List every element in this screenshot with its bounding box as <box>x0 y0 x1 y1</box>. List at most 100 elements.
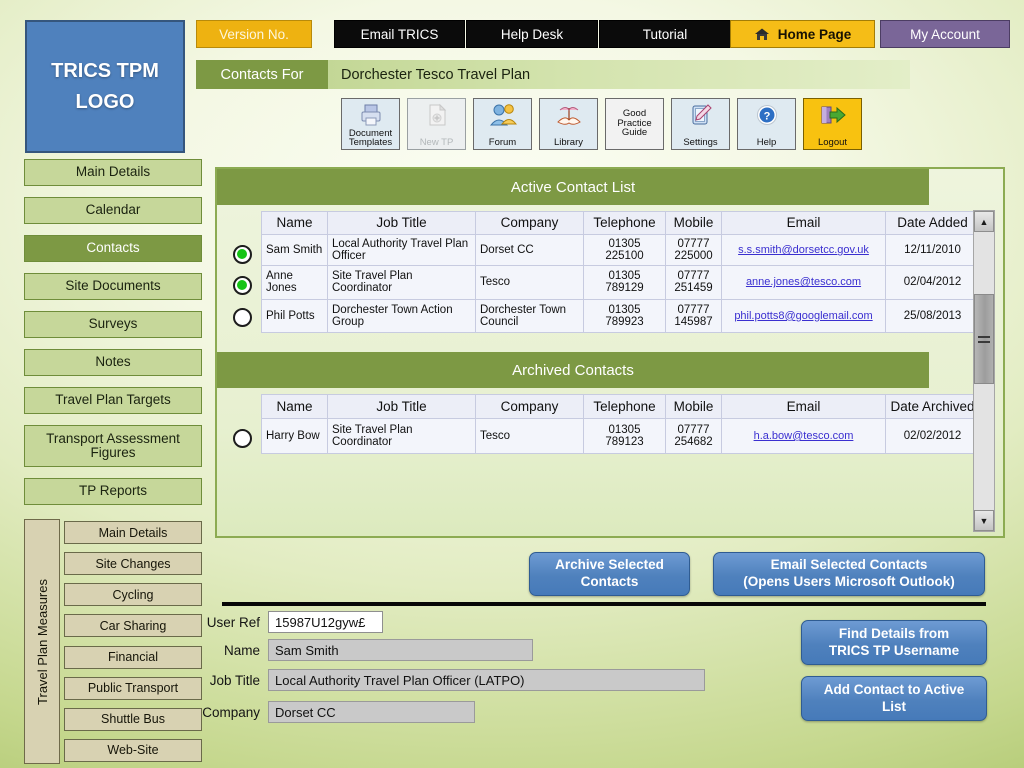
name-input[interactable]: Sam Smith <box>268 639 533 661</box>
toolbar-new-tp: New TP <box>407 98 466 150</box>
scrollbar-track[interactable] <box>974 232 994 510</box>
home-icon <box>754 27 771 41</box>
col-name: Name <box>261 393 328 420</box>
user-ref-input[interactable]: 15987U12gyw£ <box>268 611 383 633</box>
nav-help-desk[interactable]: Help Desk <box>466 20 598 48</box>
sidebar-item-site-documents[interactable]: Site Documents <box>24 273 202 300</box>
measure-item-site-changes[interactable]: Site Changes <box>64 552 202 576</box>
col-email: Email <box>721 211 886 235</box>
sidebar-item-notes[interactable]: Notes <box>24 349 202 376</box>
row-select-radio[interactable] <box>232 244 252 264</box>
cell-email: anne.jones@tesco.com <box>721 265 886 300</box>
job-title-input[interactable]: Local Authority Travel Plan Officer (LAT… <box>268 669 705 691</box>
sidebar-item-travel-plan-targets[interactable]: Travel Plan Targets <box>24 387 202 414</box>
sidebar-item-surveys[interactable]: Surveys <box>24 311 202 338</box>
col-date-archived: Date Archived <box>885 393 980 420</box>
active-contact-list-table: Name Job Title Company Telephone Mobile … <box>261 211 980 334</box>
cell-telephone: 01305 789923 <box>583 298 666 334</box>
company-input[interactable]: Dorset CC <box>268 701 475 723</box>
sidebar-navigation: Main Details Calendar Contacts Site Docu… <box>24 159 202 516</box>
row-select-radio[interactable] <box>232 428 252 448</box>
scroll-down-arrow-icon[interactable]: ▼ <box>974 510 994 531</box>
archive-selected-contacts-button[interactable]: Archive Selected Contacts <box>529 552 690 596</box>
toolbar-label: Settings <box>683 137 718 149</box>
contacts-scrollbar[interactable]: ▲ ▼ <box>973 210 995 532</box>
context-label: Contacts For <box>196 60 328 89</box>
logo-line-2: LOGO <box>75 90 135 113</box>
toolbar-help[interactable]: ? Help <box>737 98 796 150</box>
row-select-radio[interactable] <box>232 275 252 295</box>
cell-mobile: 07777 145987 <box>665 298 722 334</box>
archive-button-line-2: Contacts <box>580 574 639 589</box>
email-link[interactable]: s.s.smith@dorsetcc.gov.uk <box>738 244 869 256</box>
toolbar-label: Forum <box>488 137 517 149</box>
nav-version-no[interactable]: Version No. <box>196 20 312 48</box>
nav-tutorial[interactable]: Tutorial <box>599 20 731 48</box>
cell-job-title: Local Authority Travel Plan Officer <box>327 233 476 267</box>
cell-company: Tesco <box>475 418 584 454</box>
cell-name: Phil Potts <box>261 298 328 334</box>
email-selected-contacts-button[interactable]: Email Selected Contacts (Opens Users Mic… <box>713 552 985 596</box>
sidebar-item-transport-assessment-figures[interactable]: Transport Assessment Figures <box>24 425 202 467</box>
row-select-radio[interactable] <box>232 307 252 327</box>
measures-group-label: Travel Plan Measures <box>24 519 60 764</box>
nav-home-page[interactable]: Home Page <box>730 20 875 48</box>
measure-item-main-details[interactable]: Main Details <box>64 521 202 544</box>
email-link[interactable]: h.a.bow@tesco.com <box>754 430 854 442</box>
add-button-line-2: List <box>881 698 906 714</box>
table-row: Phil Potts Dorchester Town Action Group … <box>261 298 980 334</box>
job-title-row: Job Title Local Authority Travel Plan Of… <box>180 669 705 691</box>
find-details-from-trics-tp-username-button[interactable]: Find Details from TRICS TP Username <box>801 620 987 665</box>
col-job-title: Job Title <box>327 211 476 235</box>
col-name: Name <box>261 211 328 235</box>
question-mark-icon: ? <box>738 102 795 128</box>
sidebar-item-main-details[interactable]: Main Details <box>24 159 202 186</box>
toolbar-good-practice-guide[interactable]: Good Practice Guide <box>605 98 664 150</box>
travel-plan-measures-group: Travel Plan Measures Main Details Site C… <box>24 519 202 764</box>
active-list-radio-column <box>223 211 261 333</box>
email-link[interactable]: anne.jones@tesco.com <box>746 276 861 288</box>
toolbar-label: Library <box>553 137 584 149</box>
sidebar-item-tp-reports[interactable]: TP Reports <box>24 478 202 505</box>
user-ref-row: User Ref 15987U12gyw£ <box>180 611 383 633</box>
email-link[interactable]: phil.potts8@googlemail.com <box>734 310 872 322</box>
toolbar-logout[interactable]: Logout <box>803 98 862 150</box>
active-contact-list-table-wrap: Name Job Title Company Telephone Mobile … <box>217 211 1003 334</box>
cell-mobile: 07777 251459 <box>665 265 722 300</box>
cell-company: Tesco <box>475 265 584 300</box>
scrollbar-thumb[interactable] <box>974 294 994 384</box>
col-job-title: Job Title <box>327 393 476 420</box>
toolbar-library[interactable]: Library <box>539 98 598 150</box>
toolbar-document-templates[interactable]: Document Templates <box>341 98 400 150</box>
svg-text:?: ? <box>763 111 770 123</box>
cell-date: 02/02/2012 <box>885 418 980 454</box>
nav-my-account[interactable]: My Account <box>880 20 1010 48</box>
toolbar-label: New TP <box>419 137 454 149</box>
user-ref-label: User Ref <box>206 614 260 630</box>
name-row: Name Sam Smith <box>180 639 533 661</box>
sidebar-item-contacts[interactable]: Contacts <box>24 235 202 262</box>
cell-name: Sam Smith <box>261 233 328 267</box>
nav-email-trics[interactable]: Email TRICS <box>334 20 465 48</box>
cell-name: Harry Bow <box>261 418 328 454</box>
measure-item-web-site[interactable]: Web-Site <box>64 738 202 762</box>
col-email: Email <box>721 393 886 420</box>
people-icon <box>474 102 531 128</box>
add-contact-to-active-list-button[interactable]: Add Contact to Active List <box>801 676 987 721</box>
toolbar-settings[interactable]: Settings <box>671 98 730 150</box>
cell-telephone: 01305 225100 <box>583 233 666 267</box>
cell-date: 12/11/2010 <box>885 233 980 267</box>
scroll-up-arrow-icon[interactable]: ▲ <box>974 211 994 232</box>
icon-toolbar: Document Templates New TP Forum Library … <box>341 98 862 150</box>
book-icon <box>540 102 597 128</box>
toolbar-label: Document Templates <box>348 127 393 149</box>
measure-item-cycling[interactable]: Cycling <box>64 583 202 607</box>
scrollbar-grip-icon <box>978 335 990 343</box>
context-bar: Contacts For Dorchester Tesco Travel Pla… <box>196 60 910 89</box>
col-date: Date Added <box>885 211 980 235</box>
cell-email: phil.potts8@googlemail.com <box>721 298 886 334</box>
cell-company: Dorchester Town Council <box>475 298 584 334</box>
col-mobile: Mobile <box>665 211 722 235</box>
sidebar-item-calendar[interactable]: Calendar <box>24 197 202 224</box>
toolbar-forum[interactable]: Forum <box>473 98 532 150</box>
